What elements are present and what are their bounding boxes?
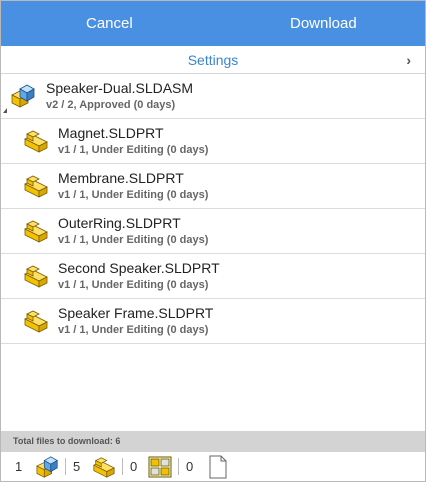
part-icon [22, 263, 50, 289]
list-item-part[interactable]: Magnet.SLDPRT v1 / 1, Under Editing (0 d… [1, 119, 425, 164]
file-name: OuterRing.SLDPRT [58, 215, 181, 231]
divider [122, 458, 123, 475]
drawing-icon [148, 455, 172, 482]
file-meta: v1 / 1, Under Editing (0 days) [58, 324, 209, 336]
part-icon [22, 128, 50, 154]
cancel-button[interactable]: Cancel [86, 1, 133, 46]
list-item-part[interactable]: Speaker Frame.SLDPRT v1 / 1, Under Editi… [1, 299, 425, 344]
file-name: Membrane.SLDPRT [58, 170, 184, 186]
count-value: 1 [15, 459, 23, 474]
file-meta: v1 / 1, Under Editing (0 days) [58, 189, 209, 201]
file-name: Magnet.SLDPRT [58, 125, 164, 141]
part-icon [22, 308, 50, 334]
part-icon [22, 218, 50, 244]
list-item-part[interactable]: OuterRing.SLDPRT v1 / 1, Under Editing (… [1, 209, 425, 254]
file-name: Speaker-Dual.SLDASM [46, 80, 194, 96]
count-value: 5 [73, 459, 81, 474]
file-meta: v1 / 1, Under Editing (0 days) [58, 234, 209, 246]
toolbar: Cancel Download [1, 1, 425, 46]
file-type-counts: 1 5 0 0 [1, 452, 425, 481]
chevron-right-icon: › [406, 52, 411, 68]
file-meta: v2 / 2, Approved (0 days) [46, 99, 176, 111]
count-value: 0 [186, 459, 194, 474]
list-item-assembly[interactable]: Speaker-Dual.SLDASM v2 / 2, Approved (0 … [1, 74, 425, 119]
document-icon [208, 455, 228, 482]
download-dialog: Cancel Download Settings › Speaker-Dual.… [0, 0, 426, 482]
total-files-label: Total files to download: 6 [13, 436, 121, 446]
total-files-bar: Total files to download: 6 [1, 431, 425, 452]
divider [65, 458, 66, 475]
part-icon [22, 173, 50, 199]
file-meta: v1 / 1, Under Editing (0 days) [58, 279, 209, 291]
file-name: Second Speaker.SLDPRT [58, 260, 220, 276]
file-name: Speaker Frame.SLDPRT [58, 305, 214, 321]
part-icon [91, 455, 117, 482]
collapse-triangle-icon[interactable] [3, 108, 7, 113]
settings-row[interactable]: Settings › [1, 46, 425, 74]
count-value: 0 [130, 459, 138, 474]
assembly-icon [10, 83, 38, 109]
divider [178, 458, 179, 475]
assembly-icon [35, 455, 61, 482]
file-meta: v1 / 1, Under Editing (0 days) [58, 144, 209, 156]
list-item-part[interactable]: Second Speaker.SLDPRT v1 / 1, Under Edit… [1, 254, 425, 299]
download-button[interactable]: Download [290, 1, 357, 46]
settings-label: Settings [187, 52, 239, 68]
list-item-part[interactable]: Membrane.SLDPRT v1 / 1, Under Editing (0… [1, 164, 425, 209]
file-list: Speaker-Dual.SLDASM v2 / 2, Approved (0 … [1, 74, 425, 344]
